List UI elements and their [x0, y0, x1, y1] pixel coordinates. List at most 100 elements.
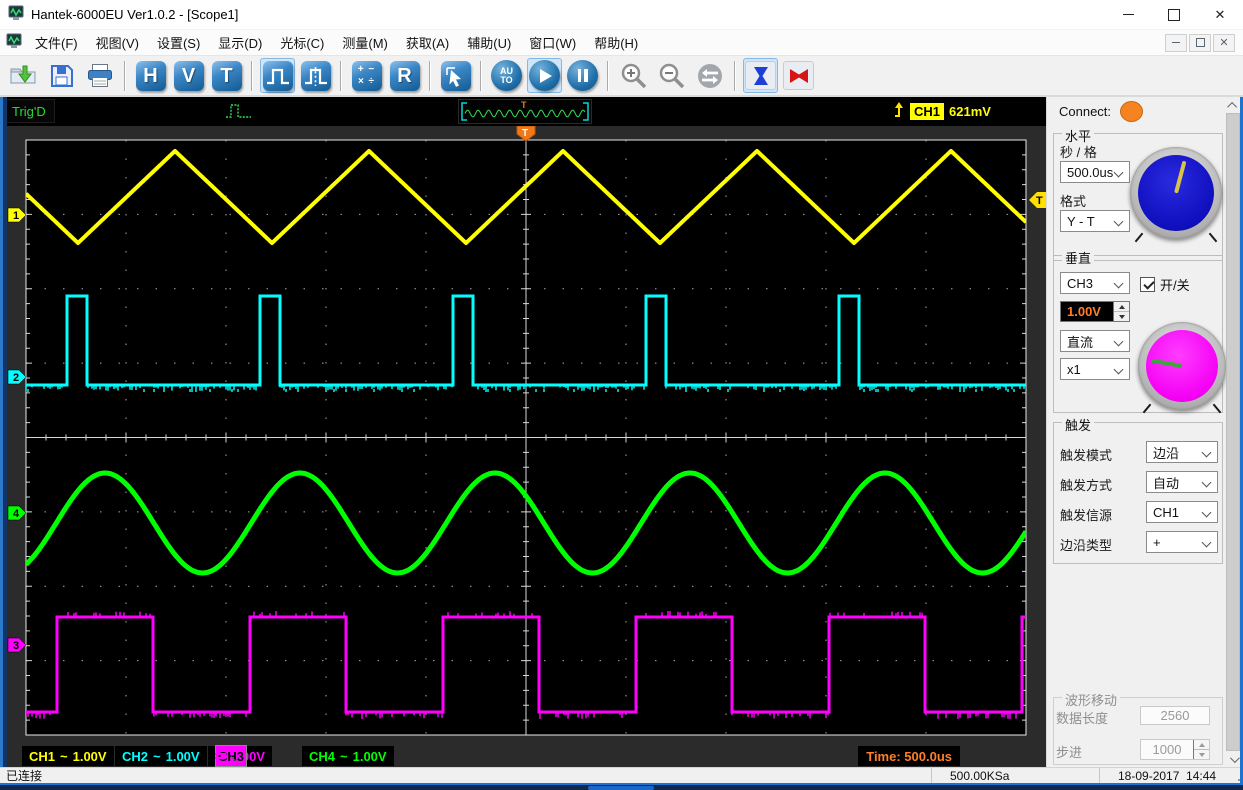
toolbar-reference-button[interactable]: R	[387, 58, 422, 93]
format-label: 格式	[1060, 191, 1086, 210]
datetime: 18-09-2017 14:44	[1099, 768, 1229, 784]
toolbar-zoom-out-button[interactable]	[654, 58, 689, 93]
trigger-row-label-1: 触发方式	[1060, 475, 1112, 494]
toolbar-expand-red-button[interactable]	[781, 58, 816, 93]
menu-item-2[interactable]: 设置(S)	[148, 29, 209, 56]
scope-display-area: Trig'D T CH1 621mV 1243TT Time: 500.0us …	[0, 97, 1046, 767]
toolbar-vertical-setup-button[interactable]: V	[171, 58, 206, 93]
probe-select[interactable]: x1	[1060, 358, 1130, 380]
horizontal-position-knob[interactable]	[1130, 147, 1222, 239]
mdi-child-icon	[6, 33, 22, 52]
connect-status-indicator	[1120, 101, 1143, 122]
dc-coupling-icon	[215, 752, 226, 760]
channel-name: CH1	[29, 749, 55, 764]
sec-per-div-label: 秒 / 格	[1060, 142, 1097, 161]
channel-readout-ch2[interactable]: CH2~1.00V	[115, 746, 207, 766]
vertical-group: 垂直 CH3 开/关 1.00V 直流 x1	[1053, 255, 1223, 413]
minimize-button[interactable]	[1105, 0, 1151, 30]
trigger-row-label-3: 边沿类型	[1060, 535, 1112, 554]
menu-item-9[interactable]: 帮助(H)	[585, 29, 647, 56]
close-button[interactable]	[1197, 0, 1243, 30]
trigger-row-select-1[interactable]: 自动	[1146, 471, 1218, 493]
mdi-minimize-button[interactable]	[1165, 34, 1187, 52]
status-bar: 已连接 500.00KSa 18-09-2017 14:44	[0, 767, 1243, 783]
channel-onoff-row: 开/关	[1140, 275, 1190, 294]
toolbar-trigger-setup-button[interactable]: T	[209, 58, 244, 93]
connection-status: 已连接	[0, 767, 931, 784]
toolbar-auto-set-button[interactable]: AUTO	[489, 58, 524, 93]
menu-item-4[interactable]: 光标(C)	[271, 29, 333, 56]
toolbar-separator	[734, 61, 736, 91]
menu-item-5[interactable]: 测量(M)	[333, 29, 397, 56]
menu-item-6[interactable]: 获取(A)	[397, 29, 458, 56]
data-length-input[interactable]: 2560	[1140, 706, 1210, 725]
channel-readout-ch3[interactable]: CH31.00V	[208, 746, 272, 766]
vertical-position-knob[interactable]	[1138, 322, 1226, 410]
taskbar-edge	[0, 783, 1243, 790]
panel-scrollbar[interactable]	[1226, 97, 1240, 767]
channel-onoff-label: 开/关	[1160, 275, 1190, 294]
svg-text:3: 3	[13, 640, 19, 652]
toolbar-open-button[interactable]	[6, 58, 41, 93]
menu-item-7[interactable]: 辅助(U)	[458, 29, 520, 56]
menu-item-1[interactable]: 视图(V)	[87, 29, 148, 56]
wave-move-group: 波形移动 数据长度 2560 步进 1000	[1053, 697, 1223, 765]
rising-edge-icon	[893, 101, 905, 122]
toolbar-pause-button[interactable]	[565, 58, 600, 93]
toolbar-separator	[340, 61, 342, 91]
toolbar-separator	[480, 61, 482, 91]
scroll-down-arrow[interactable]	[1226, 751, 1240, 767]
channel-status-bar: Time: 500.0us CH1~1.00VCH2~1.00VCH31.00V…	[0, 745, 1046, 767]
channel-select[interactable]: CH3	[1060, 272, 1130, 294]
menu-item-8[interactable]: 窗口(W)	[520, 29, 585, 56]
ac-coupling-icon: ~	[153, 749, 161, 764]
coupling-select[interactable]: 直流	[1060, 330, 1130, 352]
app-icon	[8, 5, 24, 24]
control-panel: Connect: 水平 秒 / 格 500.0us 格式 Y - T 垂直 CH…	[1046, 97, 1243, 767]
sec-per-div-select[interactable]: 500.0us	[1060, 161, 1130, 183]
panel-scrollbar-thumb[interactable]	[1226, 113, 1240, 751]
channel-readout-ch1[interactable]: CH1~1.00V	[22, 746, 114, 766]
waveform-preview[interactable]: T	[458, 99, 592, 124]
format-select[interactable]: Y - T	[1060, 210, 1130, 232]
volts-per-div-spinner[interactable]: 1.00V	[1060, 301, 1130, 322]
mdi-restore-button[interactable]	[1189, 34, 1211, 52]
trigger-row-label-0: 触发模式	[1060, 445, 1112, 464]
channel-scale: 1.00V	[353, 749, 387, 764]
scroll-up-arrow[interactable]	[1226, 97, 1240, 113]
toolbar-horizontal-setup-button[interactable]: H	[133, 58, 168, 93]
toolbar-save-button[interactable]	[44, 58, 79, 93]
trigger-row-select-2[interactable]: CH1	[1146, 501, 1218, 523]
step-spinner[interactable]: 1000	[1140, 739, 1210, 760]
svg-text:T: T	[521, 100, 527, 110]
toolbar-compress-blue-button[interactable]	[743, 58, 778, 93]
channel-readout-ch4[interactable]: CH4~1.00V	[302, 746, 394, 766]
menu-item-3[interactable]: 显示(D)	[209, 29, 271, 56]
maximize-button[interactable]	[1151, 0, 1197, 30]
toolbar-print-button[interactable]	[82, 58, 117, 93]
trigger-row-label-2: 触发信源	[1060, 505, 1112, 524]
toolbar: HVT + −× ÷R AUTO	[0, 56, 1243, 97]
ac-coupling-icon: ~	[340, 749, 348, 764]
trigger-group-title: 触发	[1062, 415, 1094, 434]
trigger-row-select-0[interactable]: 边沿	[1146, 441, 1218, 463]
toolbar-cursor-measure-button[interactable]	[438, 58, 473, 93]
trigger-status-label: Trig'D	[3, 99, 55, 123]
toolbar-run-button[interactable]	[527, 58, 562, 93]
scope-graticule[interactable]: 1243TT	[0, 126, 1046, 745]
menu-item-0[interactable]: 文件(F)	[26, 29, 87, 56]
toolbar-zoom-in-button[interactable]	[616, 58, 651, 93]
title-bar: Hantek-6000EU Ver1.0.2 - [Scope1]	[0, 0, 1243, 30]
toolbar-pulse-view-button[interactable]	[260, 58, 295, 93]
data-length-label: 数据长度	[1056, 708, 1108, 727]
svg-text:2: 2	[13, 372, 19, 384]
window-title: Hantek-6000EU Ver1.0.2 - [Scope1]	[31, 7, 238, 22]
toolbar-math-button[interactable]: + −× ÷	[349, 58, 384, 93]
mdi-close-button[interactable]	[1213, 34, 1235, 52]
channel-onoff-checkbox[interactable]	[1140, 277, 1155, 292]
toolbar-swap-button[interactable]	[692, 58, 727, 93]
step-label: 步进	[1056, 742, 1082, 761]
svg-text:T: T	[1036, 195, 1043, 207]
toolbar-pulse-dotted-view-button[interactable]	[298, 58, 333, 93]
trigger-row-select-3[interactable]: +	[1146, 531, 1218, 553]
